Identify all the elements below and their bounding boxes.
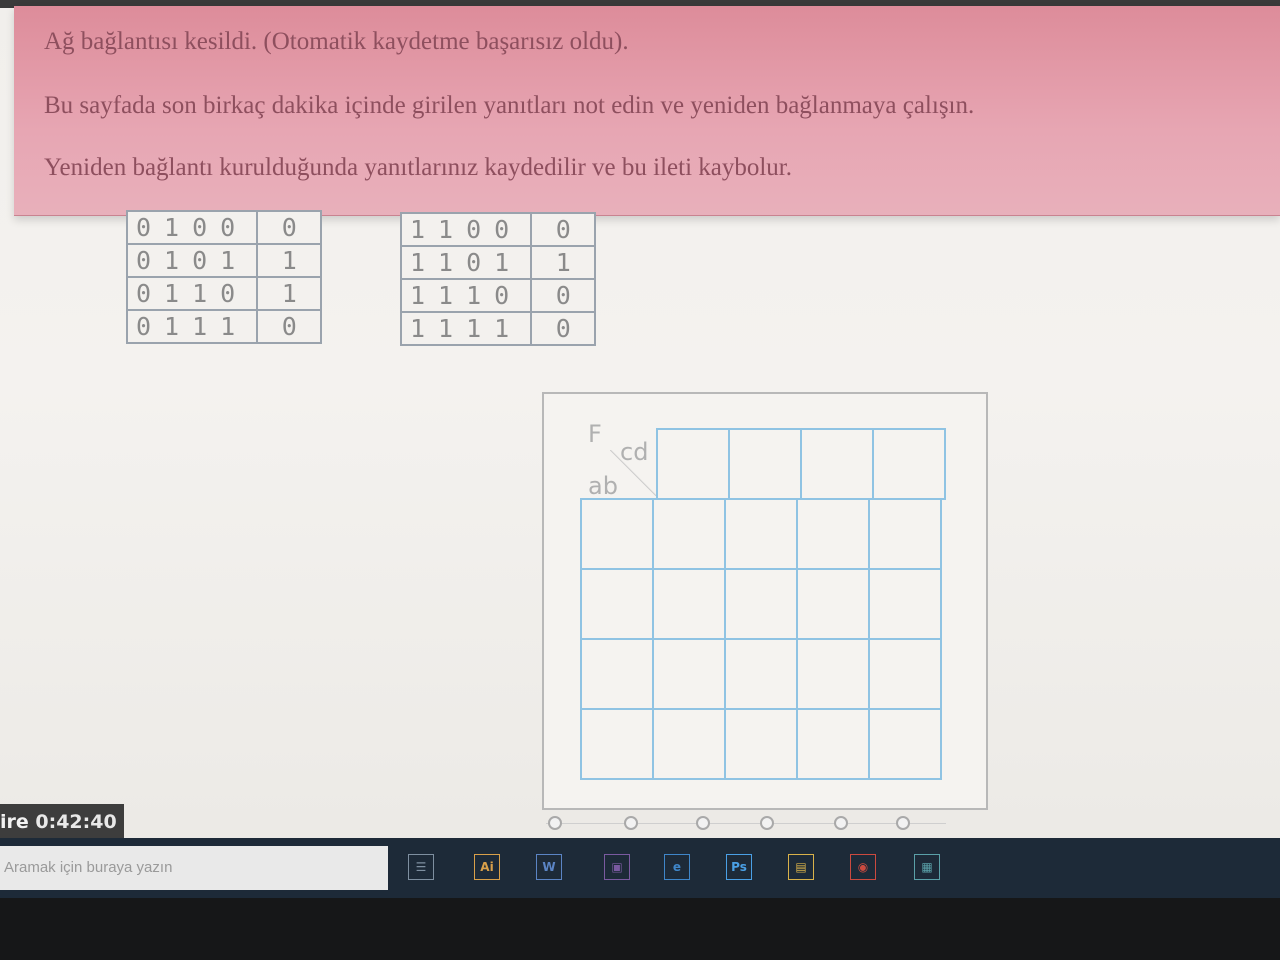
taskbar-search-box[interactable]: Aramak için buraya yazın	[0, 846, 388, 890]
kmap-cell[interactable]	[652, 498, 726, 570]
taskbar: Aramak için buraya yazın ☰ Ai W ▣ e Ps ▤ ◉ ▦	[0, 838, 1280, 898]
alert-line-3: Yeniden bağlantı kurulduğunda yanıtların…	[44, 154, 792, 181]
resize-handle[interactable]	[896, 816, 910, 830]
kmap-cell[interactable]	[580, 708, 654, 780]
file-explorer-icon[interactable]: ▤	[788, 854, 814, 880]
kmap-cell[interactable]	[868, 708, 942, 780]
alert-line-2: Bu sayfada son birkaç dakika içinde giri…	[44, 92, 975, 119]
resize-handles	[546, 814, 966, 832]
word-icon[interactable]: W	[536, 854, 562, 880]
kmap-cell[interactable]	[796, 568, 870, 640]
output-cell: 1	[256, 243, 323, 278]
timer-prefix: ire	[0, 811, 36, 833]
kmap-panel[interactable]: F cd ab	[542, 392, 988, 810]
kmap-header-cell[interactable]	[656, 428, 730, 500]
task-view-icon[interactable]: ☰	[408, 854, 434, 880]
kmap-cell[interactable]	[652, 708, 726, 780]
kmap-cell[interactable]	[724, 708, 798, 780]
kmap-cell[interactable]	[724, 638, 798, 710]
output-cell: 0	[530, 311, 597, 346]
kmap-row	[580, 568, 942, 640]
handle-guide-line	[546, 823, 946, 824]
kmap-header-cell[interactable]	[872, 428, 946, 500]
kmap-row	[580, 638, 942, 710]
kmap-cell[interactable]	[796, 638, 870, 710]
kmap-row	[580, 708, 942, 780]
table-row: 1110 0	[399, 278, 597, 313]
output-cell: 0	[530, 212, 597, 247]
resize-handle[interactable]	[834, 816, 848, 830]
kmap-function-label: F	[588, 420, 602, 448]
chrome-icon[interactable]: ◉	[850, 854, 876, 880]
kmap-cell[interactable]	[868, 638, 942, 710]
edge-icon[interactable]: e	[664, 854, 690, 880]
kmap-header-cell[interactable]	[728, 428, 802, 500]
output-cell: 1	[256, 276, 323, 311]
inputs-cell: 1101	[399, 245, 533, 280]
kmap-grid	[580, 498, 942, 780]
kmap-cell[interactable]	[796, 498, 870, 570]
resize-handle[interactable]	[548, 816, 562, 830]
inputs-cell: 1110	[399, 278, 533, 313]
inputs-cell: 1111	[399, 311, 533, 346]
inputs-cell: 0111	[125, 309, 259, 344]
app-icon[interactable]: ▣	[604, 854, 630, 880]
kmap-header-cell[interactable]	[800, 428, 874, 500]
output-cell: 0	[256, 210, 323, 245]
truth-table-right: 1100 0 1101 1 1110 0 1111 0	[399, 212, 597, 346]
photoshop-icon[interactable]: Ps	[726, 854, 752, 880]
output-cell: 1	[530, 245, 597, 280]
inputs-cell: 0101	[125, 243, 259, 278]
kmap-cell[interactable]	[796, 708, 870, 780]
kmap-cell[interactable]	[580, 568, 654, 640]
kmap-cell[interactable]	[652, 568, 726, 640]
kmap-column-header-row	[656, 428, 946, 500]
alert-line-1: Ağ bağlantısı kesildi. (Otomatik kaydetm…	[44, 28, 629, 55]
resize-handle[interactable]	[624, 816, 638, 830]
kmap-cell[interactable]	[580, 638, 654, 710]
timer-value: 0:42:40	[35, 811, 117, 833]
inputs-cell: 0110	[125, 276, 259, 311]
output-cell: 0	[530, 278, 597, 313]
table-row: 0110 1	[125, 276, 323, 311]
table-row: 0101 1	[125, 243, 323, 278]
kmap-cell[interactable]	[580, 498, 654, 570]
table-row: 1111 0	[399, 311, 597, 346]
resize-handle[interactable]	[760, 816, 774, 830]
kmap-row-variables: ab	[588, 472, 618, 500]
inputs-cell: 0100	[125, 210, 259, 245]
truth-table-left: 0100 0 0101 1 0110 1 0111 0	[125, 210, 323, 344]
kmap-cell[interactable]	[724, 568, 798, 640]
table-row: 0111 0	[125, 309, 323, 344]
kmap-column-variables: cd	[620, 438, 649, 466]
app-icon-2[interactable]: ▦	[914, 854, 940, 880]
output-cell: 0	[256, 309, 323, 344]
monitor-bezel	[0, 898, 1280, 960]
table-row: 1100 0	[399, 212, 597, 247]
kmap-cell[interactable]	[868, 568, 942, 640]
illustrator-icon[interactable]: Ai	[474, 854, 500, 880]
kmap-cell[interactable]	[868, 498, 942, 570]
kmap-row	[580, 498, 942, 570]
countdown-timer: ire 0:42:40	[0, 804, 124, 838]
resize-handle[interactable]	[696, 816, 710, 830]
inputs-cell: 1100	[399, 212, 533, 247]
connection-alert: Ağ bağlantısı kesildi. (Otomatik kaydetm…	[14, 6, 1280, 216]
kmap-cell[interactable]	[724, 498, 798, 570]
table-row: 1101 1	[399, 245, 597, 280]
kmap-cell[interactable]	[652, 638, 726, 710]
table-row: 0100 0	[125, 210, 323, 245]
